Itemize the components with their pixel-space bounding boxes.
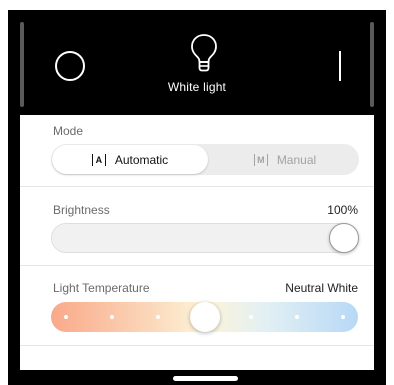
home-indicator[interactable] [173,376,238,381]
temperature-label: Light Temperature [53,281,150,295]
brightness-slider-knob[interactable] [329,223,359,253]
auto-mode-icon: A [91,153,106,166]
mode-option-manual[interactable]: M Manual [211,144,359,175]
header-title: White light [167,80,227,94]
mode-option-label: Automatic [114,152,169,167]
brightness-fill [52,224,359,252]
menu-bar-icon[interactable] [339,51,341,81]
mode-label: Mode [53,124,84,138]
temperature-slider[interactable] [51,302,358,332]
temperature-stop-dot[interactable] [156,315,161,319]
section-divider [20,265,374,266]
mode-option-automatic[interactable]: A Automatic [52,145,208,174]
lightbulb-icon [191,34,217,72]
brightness-label: Brightness [53,203,110,217]
brightness-value: 100% [327,203,358,217]
left-scroll-edge [20,22,24,107]
settings-panel: Mode A Automatic M Manual Brightness 100… [20,115,374,370]
manual-mode-icon: M [253,153,268,166]
app-frame: White light Mode A Automatic M Manual Br… [0,0,394,385]
right-scroll-edge [370,22,374,107]
frame-left-edge [8,10,20,385]
temperature-stop-dot[interactable] [341,315,345,319]
light-header: White light [20,10,374,115]
section-divider [20,186,374,187]
frame-right-edge [374,10,386,385]
temperature-stop-dot[interactable] [248,315,253,319]
brightness-slider[interactable] [51,223,359,253]
temperature-slider-knob[interactable] [189,302,220,332]
top-band [0,0,394,10]
temperature-stop-dot[interactable] [294,315,299,319]
section-divider [20,345,374,346]
mode-segmented-control: A Automatic M Manual [51,144,359,175]
mode-option-label: Manual [276,152,317,167]
temperature-stop-dot[interactable] [64,315,68,319]
temperature-stop-dot[interactable] [110,315,115,319]
power-ring-icon[interactable] [55,51,85,81]
temperature-value: Neutral White [285,281,358,295]
